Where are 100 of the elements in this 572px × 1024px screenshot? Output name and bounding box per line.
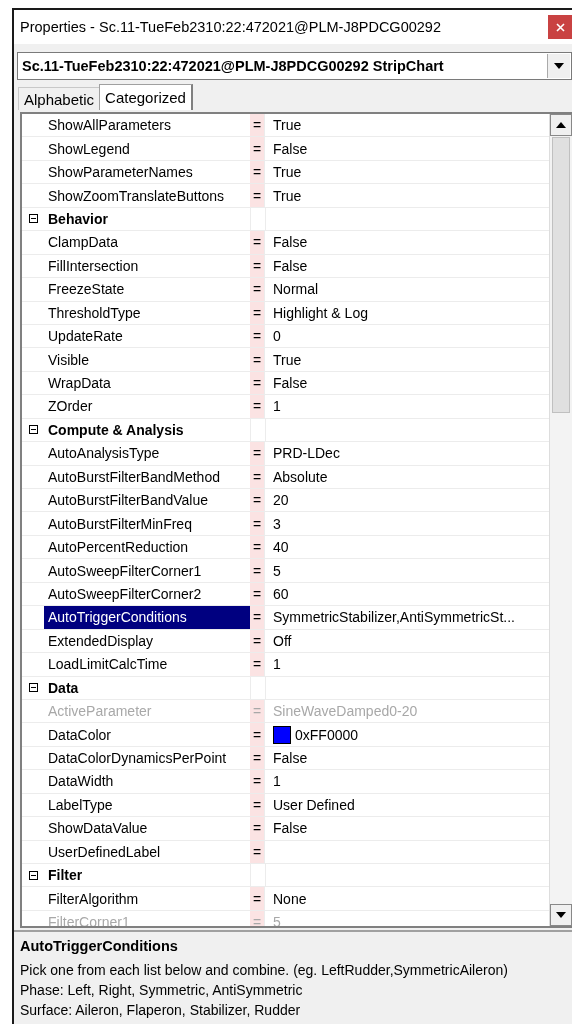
equals-sign: = (252, 820, 262, 837)
property-name[interactable]: Visible (44, 348, 250, 371)
property-name[interactable]: ShowAllParameters (44, 114, 250, 137)
property-value[interactable]: False (273, 140, 308, 157)
property-value[interactable]: 1 (273, 398, 281, 415)
equals-sign: = (252, 585, 262, 602)
property-name[interactable]: ShowZoomTranslateButtons (44, 184, 250, 207)
property-name[interactable]: DataColorDynamicsPerPoint (44, 746, 250, 770)
equals-sign: = (252, 515, 262, 532)
property-value[interactable]: False (273, 375, 308, 392)
property-value[interactable]: True (273, 164, 302, 181)
property-name[interactable]: AutoPercentReduction (44, 535, 250, 559)
property-name[interactable]: UpdateRate (44, 324, 250, 348)
description-text: Surface: Aileron, Flaperon, Stabilizer, Rudder (20, 1001, 302, 1020)
equals-sign: = (252, 117, 262, 134)
equals-sign: = (252, 468, 262, 485)
equals-sign: = (252, 187, 262, 204)
property-name[interactable]: ExtendedDisplay (44, 629, 250, 653)
property-name[interactable]: ShowDataValue (44, 817, 250, 840)
property-value[interactable]: User Defined (273, 796, 355, 813)
property-value[interactable]: True (273, 117, 302, 134)
equals-sign: = (252, 539, 262, 556)
tab[interactable]: Alphabetic (18, 87, 101, 110)
equals-sign: = (252, 281, 262, 298)
property-value[interactable]: Absolute (273, 468, 328, 485)
property-name[interactable]: FreezeState (44, 278, 250, 301)
property-name[interactable]: AutoTriggerConditions (44, 606, 250, 629)
property-value[interactable]: Off (273, 632, 292, 649)
property-value[interactable]: 3 (273, 515, 281, 532)
property-name[interactable]: AutoSweepFilterCorner1 (44, 559, 250, 582)
property-value[interactable]: 1 (273, 656, 281, 673)
description-text: Pick one from each list below and combine. (eg. LeftRudder,SymmetricAileron) (20, 961, 509, 980)
property-name[interactable]: LabelType (44, 793, 250, 817)
equals-sign: = (252, 304, 262, 321)
property-value[interactable]: True (273, 187, 302, 204)
equals-sign: = (252, 257, 262, 274)
property-value[interactable]: 0xFF0000 (295, 726, 359, 743)
close-button[interactable] (548, 15, 572, 39)
equals-sign: = (252, 375, 262, 392)
property-value[interactable]: 20 (273, 492, 289, 509)
property-value[interactable]: None (273, 890, 307, 907)
property-value[interactable]: SymmetricStabilizer,AntiSymmetricSt... (273, 609, 515, 626)
property-value[interactable]: 60 (273, 585, 289, 602)
property-value[interactable]: False (273, 750, 308, 767)
equals-sign: = (252, 726, 262, 743)
property-name[interactable]: AutoBurstFilterMinFreq (44, 512, 250, 535)
property-name[interactable]: ThresholdType (44, 301, 250, 324)
property-value[interactable]: PRD-LDec (273, 445, 340, 462)
window-title: Properties - Sc.11-TueFeb2310:22:472021@PLM-J8PDCG00292 (20, 19, 441, 35)
property-name[interactable]: AutoBurstFilterBandValue (44, 489, 250, 512)
equals-sign: = (252, 445, 262, 462)
equals-sign: = (252, 890, 262, 907)
collapse-icon[interactable] (28, 425, 38, 435)
property-value[interactable]: 1 (273, 773, 281, 790)
property-name[interactable]: ZOrder (44, 395, 250, 418)
scrollbar[interactable] (549, 114, 572, 926)
equals-sign: = (252, 773, 262, 790)
equals-sign: = (252, 796, 262, 813)
property-value[interactable]: False (273, 820, 308, 837)
equals-sign: = (252, 164, 262, 181)
tab[interactable]: Categorized (99, 84, 193, 110)
collapse-icon[interactable] (28, 214, 38, 224)
property-name[interactable]: FillIntersection (44, 254, 250, 278)
property-name[interactable]: UserDefinedLabel (44, 840, 250, 863)
equals-sign: = (252, 234, 262, 251)
property-name[interactable]: WrapData (44, 371, 250, 395)
scroll-down-icon[interactable] (556, 912, 566, 918)
description-title: AutoTriggerConditions (20, 938, 179, 954)
property-name[interactable]: LoadLimitCalcTime (44, 653, 250, 676)
category-name: Filter (48, 867, 83, 884)
property-name[interactable]: AutoAnalysisType (44, 442, 250, 465)
property-value[interactable]: Normal (273, 281, 319, 298)
property-name[interactable]: ShowLegend (44, 137, 250, 160)
property-value[interactable]: 40 (273, 539, 289, 556)
property-name[interactable]: FilterAlgorithm (44, 887, 250, 910)
property-value[interactable]: Highlight & Log (273, 304, 368, 321)
property-value[interactable]: 5 (273, 562, 281, 579)
property-name[interactable]: ClampData (44, 231, 250, 254)
collapse-icon[interactable] (28, 870, 38, 880)
property-name[interactable]: AutoBurstFilterBandMethod (44, 465, 250, 488)
scroll-thumb[interactable] (552, 137, 570, 413)
property-name[interactable]: AutoSweepFilterCorner2 (44, 582, 250, 606)
property-name[interactable]: DataColor (44, 723, 250, 746)
equals-sign: = (252, 703, 262, 720)
property-value[interactable]: 0 (273, 328, 281, 345)
collapse-icon[interactable] (28, 683, 38, 693)
property-value[interactable]: True (273, 351, 302, 368)
description-text: Phase: Left, Right, Symmetric, AntiSymmetric (20, 981, 304, 1000)
category-name: Compute & Analysis (48, 421, 184, 438)
category-name: Behavior (48, 210, 108, 227)
property-name[interactable]: ShowParameterNames (44, 160, 250, 184)
equals-sign: = (252, 140, 262, 157)
equals-sign: = (252, 492, 262, 509)
equals-sign: = (252, 843, 262, 860)
property-value[interactable]: False (273, 257, 308, 274)
object-selector[interactable]: Sc.11-TueFeb2310:22:472021@PLM-J8PDCG00292 StripChart (17, 52, 572, 80)
scroll-up-icon[interactable] (556, 122, 566, 128)
property-value[interactable]: False (273, 234, 308, 251)
property-name[interactable]: DataWidth (44, 770, 250, 793)
category-name: Data (48, 679, 79, 696)
